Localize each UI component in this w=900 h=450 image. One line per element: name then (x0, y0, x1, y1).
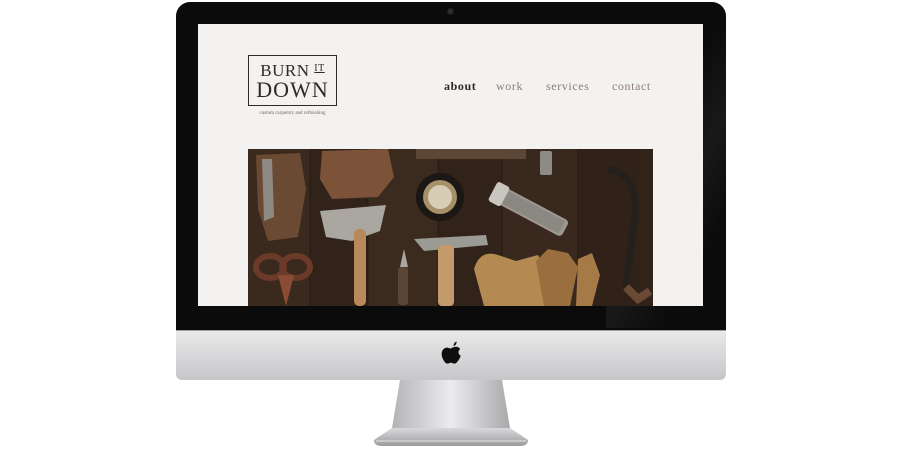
website-screen: BURN IT DOWN custom carpentry and refini… (198, 24, 703, 306)
logo-word-it: IT (314, 63, 325, 74)
hero-tools-illustration (248, 149, 653, 306)
camera-icon (448, 9, 453, 14)
monitor-chin (176, 330, 726, 380)
monitor-stand (374, 380, 528, 446)
apple-logo-icon (441, 341, 461, 364)
logo-word-down: DOWN (256, 77, 329, 102)
site-logo[interactable]: BURN IT DOWN (248, 55, 337, 106)
hero-image (248, 149, 653, 306)
nav-about[interactable]: about (444, 79, 476, 94)
nav-work[interactable]: work (496, 79, 523, 94)
site-tagline: custom carpentry and refinishing (259, 111, 326, 116)
nav-contact[interactable]: contact (612, 79, 651, 94)
nav-services[interactable]: services (546, 79, 589, 94)
